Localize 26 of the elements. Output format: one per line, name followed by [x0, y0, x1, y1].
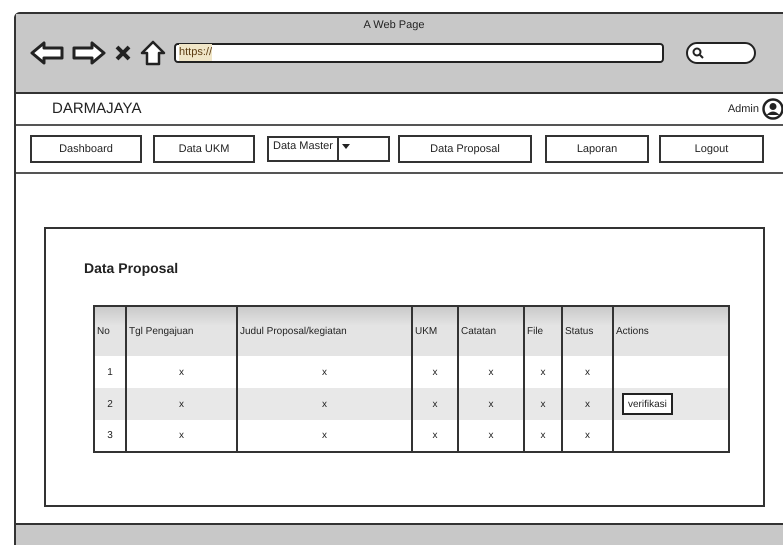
table-cell: x [412, 420, 458, 452]
home-icon[interactable] [140, 40, 166, 66]
nav-button[interactable]: Dashboard [30, 135, 142, 163]
nav-button[interactable]: Data UKM [153, 135, 255, 163]
nav-button[interactable]: Laporan [545, 135, 649, 163]
forward-icon[interactable] [72, 40, 106, 64]
table-cell: 3 [94, 420, 126, 452]
user-name: Admin [728, 102, 759, 117]
user-icon[interactable] [762, 98, 783, 120]
verify-button[interactable]: verifikasi [622, 393, 673, 415]
back-icon[interactable] [30, 40, 64, 64]
close-icon[interactable] [114, 44, 132, 62]
table-cell: x [237, 420, 412, 452]
table-cell: x [524, 420, 562, 452]
window-title: A Web Page [364, 19, 424, 31]
table-cell: x [458, 420, 524, 452]
table-cell: x [126, 420, 237, 452]
nav-button[interactable]: Logout [659, 135, 764, 163]
address-field[interactable]: https:// [174, 42, 664, 62]
search-field[interactable] [686, 42, 756, 64]
table-cell: x [562, 420, 613, 452]
nav-button[interactable]: Data Proposal [398, 135, 532, 163]
brand-name: DARMAJAYA [52, 98, 142, 119]
nav-dropdown[interactable]: Data Master [267, 136, 390, 162]
search-icon [692, 46, 704, 58]
section-title: Data Proposal [84, 260, 178, 276]
